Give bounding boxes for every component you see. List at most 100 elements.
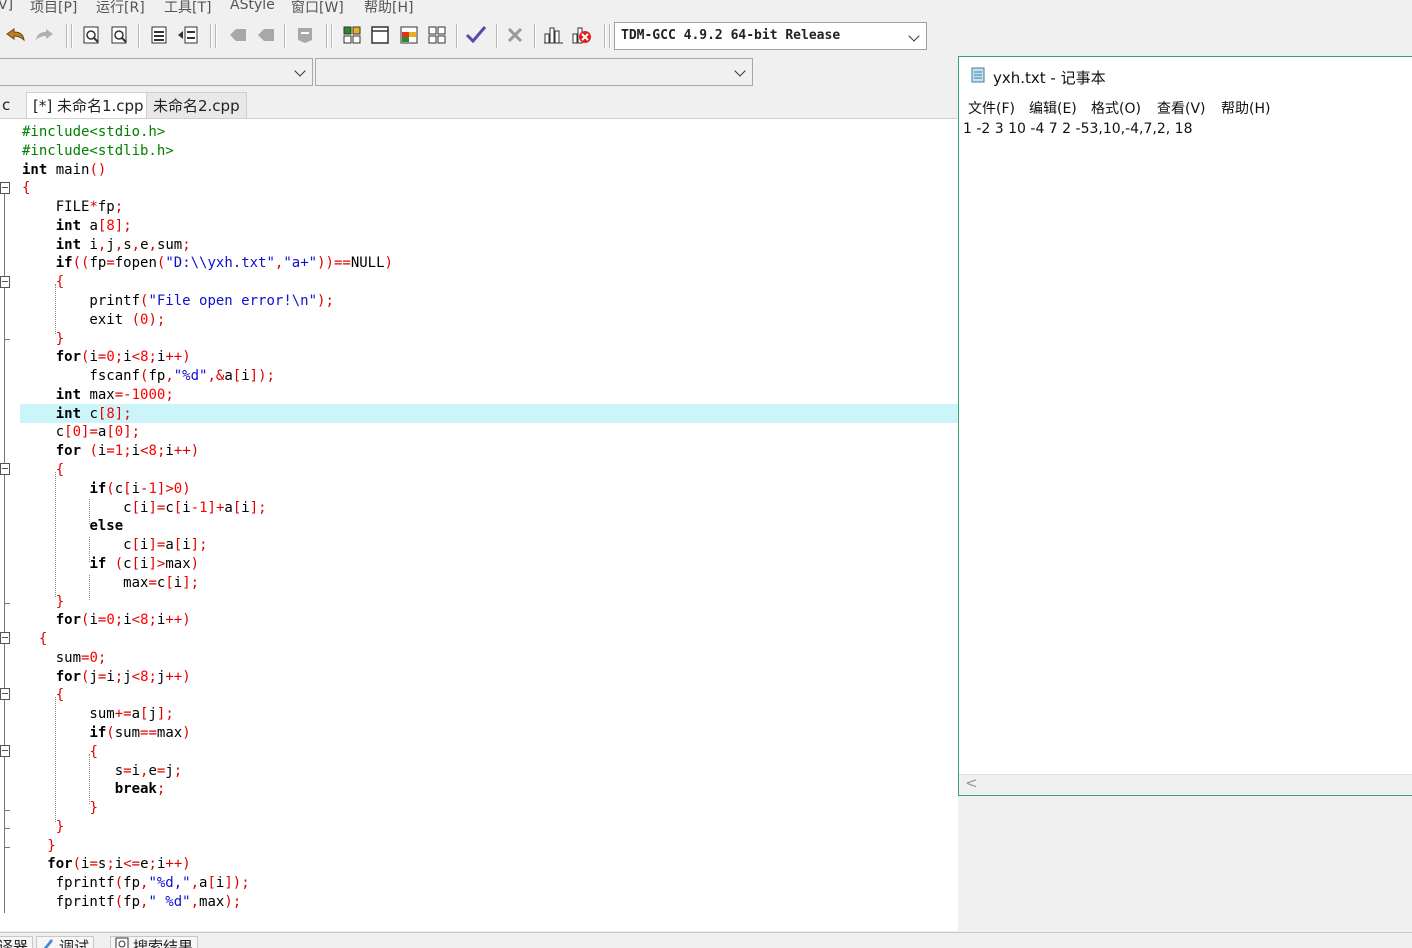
code-line: } (22, 799, 98, 818)
code-line: fscanf(fp,"%d",&a[i]); (22, 367, 275, 386)
find-icon[interactable] (80, 23, 104, 47)
tab-compiler[interactable]: 编译器 (0, 936, 33, 948)
tab-partial[interactable]: c (0, 92, 22, 118)
toolbar: TDM-GCC 4.9.2 64-bit Release (0, 18, 1412, 54)
notepad-menu-help[interactable]: 帮助(H) (1221, 98, 1270, 118)
code-line: { (22, 743, 98, 762)
compiler-select-value: TDM-GCC 4.9.2 64-bit Release (621, 28, 840, 43)
code-line: { (22, 630, 47, 649)
chevron-down-icon (734, 65, 745, 76)
chevron-down-icon (908, 30, 919, 41)
code-line: max=c[i]; (22, 574, 199, 593)
replace-icon[interactable] (108, 23, 132, 47)
code-line: for (i=1;i<8;i++) (22, 442, 199, 461)
code-line: { (22, 686, 64, 705)
code-line: c[0]=a[0]; (22, 423, 140, 442)
code-line: sum=0; (22, 649, 106, 668)
code-line: else (22, 517, 123, 536)
code-line: #include<stdio.h> (22, 123, 165, 142)
notepad-horizontal-scrollbar[interactable]: < (959, 774, 1412, 795)
code-line: if(sum==max) (22, 724, 191, 743)
code-line: for(i=s;i<=e;i++) (22, 855, 191, 874)
bottom-panel-tabs: 编译器 调试 搜索结果 (0, 932, 1412, 948)
fold-toggle-icon[interactable] (0, 688, 10, 700)
scroll-left-icon[interactable]: < (965, 774, 978, 792)
menu-window[interactable]: 窗口[W] (291, 0, 344, 17)
code-line: { (22, 179, 30, 198)
unindent-icon[interactable] (176, 23, 200, 47)
notepad-menu-file[interactable]: 文件(F) (968, 98, 1015, 118)
notepad-menu-edit[interactable]: 编辑(E) (1029, 98, 1077, 118)
chevron-down-icon (294, 65, 305, 76)
toggle-bookmark-icon[interactable] (226, 23, 250, 47)
code-line: s=i,e=j; (22, 762, 182, 781)
code-line: if(c[i-1]>0) (22, 480, 191, 499)
notepad-menu-format[interactable]: 格式(O) (1091, 98, 1141, 118)
fold-toggle-icon[interactable] (0, 632, 10, 644)
notepad-title-bar: yxh.txt - 记事本 (969, 66, 1106, 88)
delete-profile-icon[interactable] (570, 23, 594, 47)
fold-toggle-icon[interactable] (0, 182, 10, 194)
fold-toggle-icon[interactable] (0, 463, 10, 475)
tab-search-results[interactable]: 搜索结果 (110, 936, 198, 948)
chart-icon[interactable] (542, 23, 566, 47)
debug-icon (41, 937, 55, 948)
menu-project[interactable]: 项目[P] (30, 0, 77, 17)
notepad-text-area[interactable]: 1 -2 3 10 -4 7 2 -53,10,-4,7,2, 18 (963, 121, 1192, 137)
comment-icon[interactable] (293, 23, 317, 47)
notepad-menu-bar: 文件(F) 编辑(E) 格式(O) 查看(V) 帮助(H) (959, 95, 1412, 119)
compiler-select[interactable]: TDM-GCC 4.9.2 64-bit Release (614, 22, 927, 50)
clean-icon[interactable] (503, 23, 527, 47)
class-combo[interactable] (0, 58, 313, 86)
fold-toggle-icon[interactable] (0, 745, 10, 757)
menu-help[interactable]: 帮助[H] (364, 0, 413, 17)
code-line: fprintf(fp,"%d,",a[i]); (22, 874, 250, 893)
tab-unnamed1[interactable]: [*] 未命名1.cpp (26, 92, 151, 118)
class-browser-bar (0, 56, 756, 88)
notepad-title: yxh.txt - 记事本 (993, 67, 1106, 88)
menu-astyle[interactable]: AStyle (230, 0, 275, 13)
grid-icon[interactable] (425, 23, 449, 47)
redo-icon[interactable] (32, 23, 56, 47)
code-line: { (22, 273, 64, 292)
code-line: FILE*fp; (22, 198, 123, 217)
tab-compiler-label: 编译器 (0, 936, 28, 948)
notepad-icon (969, 66, 987, 88)
menu-bar: V] 项目[P] 运行[R] 工具[T] AStyle 窗口[W] 帮助[H] (0, 0, 1412, 17)
file-tabs: c [*] 未命名1.cpp 未命名2.cpp (0, 92, 958, 118)
code-line: } (22, 837, 56, 856)
code-line: c[i]=a[i]; (22, 536, 208, 555)
code-editor[interactable]: #include<stdio.h>#include<stdlib.h>int m… (0, 118, 958, 931)
code-line: printf("File open error!\n"); (22, 292, 334, 311)
code-line: if (c[i]>max) (22, 555, 199, 574)
menu-tools[interactable]: 工具[T] (164, 0, 211, 17)
code-line: int main() (22, 161, 106, 180)
notepad-menu-view[interactable]: 查看(V) (1157, 98, 1206, 118)
code-line: exit (0); (22, 311, 165, 330)
goto-bookmark-icon[interactable] (254, 23, 278, 47)
function-combo[interactable] (315, 58, 753, 86)
code-line: } (22, 593, 64, 612)
tile-icon[interactable] (340, 23, 364, 47)
code-line: { (22, 461, 64, 480)
code-line: c[i]=c[i-1]+a[i]; (22, 499, 267, 518)
menu-view[interactable]: V] (0, 0, 13, 13)
code-line: break; (22, 780, 165, 799)
indent-icon[interactable] (147, 23, 171, 47)
notepad-window[interactable]: yxh.txt - 记事本 文件(F) 编辑(E) 格式(O) 查看(V) 帮助… (958, 56, 1412, 796)
undo-icon[interactable] (4, 23, 28, 47)
tab-search-results-label: 搜索结果 (133, 936, 193, 948)
code-line: for(i=0;i<8;i++) (22, 348, 191, 367)
fold-gutter (0, 119, 18, 931)
window-icon[interactable] (368, 23, 392, 47)
check-syntax-icon[interactable] (464, 23, 488, 47)
tab-debug[interactable]: 调试 (36, 936, 94, 948)
fold-toggle-icon[interactable] (0, 276, 10, 288)
cascade-icon[interactable] (397, 23, 421, 47)
menu-run[interactable]: 运行[R] (96, 0, 145, 17)
search-results-icon (115, 937, 129, 948)
code-line: } (22, 818, 64, 837)
tab-unnamed2[interactable]: 未命名2.cpp (146, 92, 247, 118)
code-line: int c[8]; (22, 405, 132, 424)
code-line: for(j=i;j<8;j++) (22, 668, 191, 687)
